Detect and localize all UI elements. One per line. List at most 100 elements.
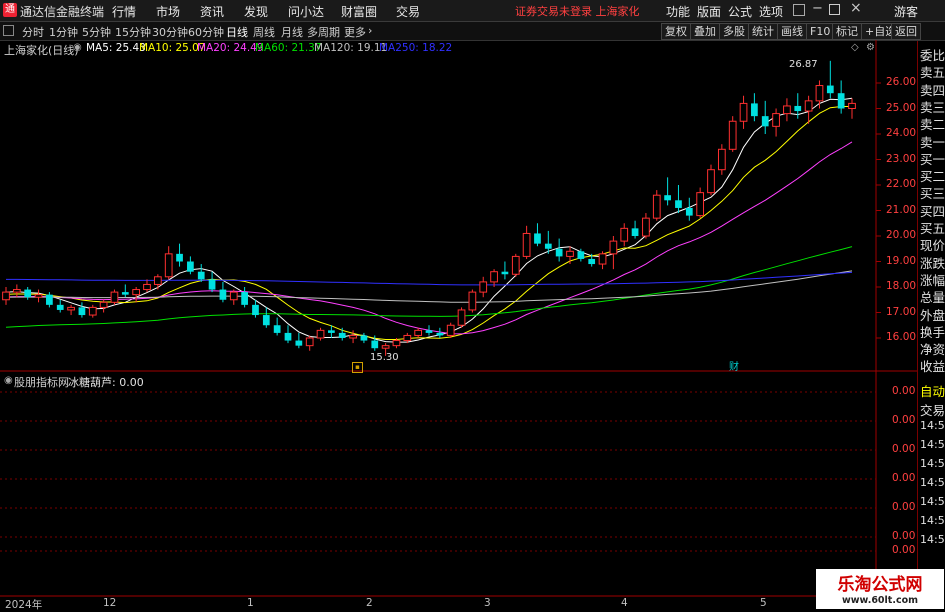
candle-body: [143, 283, 151, 291]
tool-fuquan[interactable]: 复权: [661, 23, 691, 40]
candle-body: [717, 148, 726, 171]
period-weekly[interactable]: 周线: [253, 24, 275, 40]
trade-time-label: 14:56: [920, 495, 945, 508]
candle: [121, 284, 129, 298]
close-icon[interactable]: ×: [850, 0, 862, 16]
candle-body: [99, 301, 108, 308]
candle-body: [804, 100, 813, 112]
ma20-line: [5, 141, 853, 335]
settings-dot-icon[interactable]: ◉: [73, 42, 82, 53]
minimize-icon[interactable]: −: [812, 1, 823, 16]
date-tick-2024: 2024年: [5, 599, 43, 611]
candle-body: [609, 240, 618, 255]
date-tick-1: 1: [247, 597, 254, 609]
candle: [219, 281, 227, 303]
candle-body: [219, 289, 227, 300]
quote-field-label: 现价: [920, 238, 945, 254]
quote-field-label: 收益: [920, 359, 945, 375]
candle-body: [328, 330, 335, 333]
period-daily[interactable]: 日线: [226, 24, 248, 40]
menu-jiaoyi[interactable]: 交易: [396, 3, 420, 20]
candle-body: [794, 105, 802, 112]
ma60-line: [5, 246, 853, 328]
menu-zixun[interactable]: 资讯: [200, 3, 224, 20]
finance-event-marker[interactable]: 财: [729, 358, 739, 373]
candle-body: [176, 253, 183, 262]
chevron-right-icon[interactable]: ›: [368, 24, 372, 37]
candle-body: [338, 332, 346, 338]
period-more[interactable]: 更多: [344, 24, 366, 40]
trade-mode-label[interactable]: 自动: [920, 381, 945, 400]
period-60min[interactable]: 60分钟: [188, 24, 224, 40]
candle: [468, 289, 477, 313]
indicator-tick-label: 0.00: [892, 385, 916, 397]
menu-hangqing[interactable]: 行情: [112, 3, 136, 20]
candle: [652, 190, 661, 221]
period-30min[interactable]: 30分钟: [152, 24, 188, 40]
quote-field-label: 卖五: [920, 65, 945, 81]
screen-icon[interactable]: [793, 4, 805, 16]
candle-body: [642, 217, 650, 237]
kline-chart[interactable]: [0, 40, 917, 609]
quote-field-label: 涨幅: [920, 272, 945, 288]
candle: [457, 307, 466, 328]
period-5min[interactable]: 5分钟: [82, 24, 111, 40]
candle: [197, 264, 205, 282]
candle: [414, 327, 423, 338]
settings-gear-icon[interactable]: ⚙: [866, 42, 875, 53]
tool-back[interactable]: 返回: [891, 23, 921, 40]
candle: [631, 220, 639, 239]
chart-title: 上海家化(日线): [4, 44, 79, 57]
menu-gongneng[interactable]: 功能: [666, 3, 690, 20]
period-multi[interactable]: 多周期: [307, 24, 340, 40]
quote-field-label: 买四: [920, 203, 945, 219]
menu-wenxiaoda[interactable]: 问小达: [288, 3, 324, 20]
period-monthly[interactable]: 月线: [281, 24, 303, 40]
trade-time-label: 14:56: [920, 438, 945, 451]
info-marker-icon[interactable]: ▪: [352, 362, 363, 373]
candle: [164, 246, 173, 280]
candle-body: [652, 194, 661, 219]
candle: [176, 243, 183, 267]
ma250-label: MA250: 18.22: [379, 42, 453, 54]
tool-diejia[interactable]: 叠加: [690, 23, 720, 40]
tool-f10[interactable]: F10: [806, 23, 835, 40]
price-tick-label: 24.00: [886, 127, 917, 139]
menu-faxian[interactable]: 发现: [244, 3, 268, 20]
login-notice[interactable]: 证券交易未登录 上海家化: [515, 3, 640, 19]
candle: [360, 332, 368, 344]
tool-tongji[interactable]: 统计: [748, 23, 778, 40]
trade-mode-label[interactable]: 交易: [920, 400, 945, 419]
candle-body: [392, 340, 401, 347]
ma10-line: [5, 106, 852, 340]
candle: [446, 322, 455, 338]
candle: [490, 269, 498, 287]
menu-gongshi[interactable]: 公式: [728, 3, 752, 20]
menu-shichang[interactable]: 市场: [156, 3, 180, 20]
layout-icon[interactable]: [3, 25, 14, 36]
indicator-name[interactable]: 股朋指标网: [14, 374, 69, 390]
indicator-settings-icon[interactable]: ◉: [4, 375, 13, 386]
maximize-icon[interactable]: [829, 4, 840, 15]
candle-body: [848, 102, 856, 110]
candle-body: [620, 227, 629, 242]
quote-field-label: 换手: [920, 324, 945, 340]
candle-body: [56, 304, 64, 310]
trade-time-label: 14:56: [920, 514, 945, 527]
candle-body: [229, 291, 238, 301]
candle: [479, 276, 488, 298]
date-tick-2: 2: [366, 597, 373, 609]
candle-body: [403, 334, 412, 342]
menu-xuanxiang[interactable]: 选项: [759, 3, 783, 20]
menu-banmian[interactable]: 版面: [697, 3, 721, 20]
user-label[interactable]: 游客: [894, 3, 918, 20]
period-15min[interactable]: 15分钟: [115, 24, 151, 40]
candle: [262, 307, 270, 328]
period-1min[interactable]: 1分钟: [49, 24, 78, 40]
diamond-icon[interactable]: ◇: [851, 42, 859, 53]
tool-huaxian[interactable]: 画线: [777, 23, 807, 40]
tool-duogu[interactable]: 多股: [719, 23, 749, 40]
menu-caifuquan[interactable]: 财富圈: [341, 3, 377, 20]
period-fenshi[interactable]: 分时: [22, 24, 44, 40]
tool-biaoji[interactable]: 标记: [832, 23, 862, 40]
